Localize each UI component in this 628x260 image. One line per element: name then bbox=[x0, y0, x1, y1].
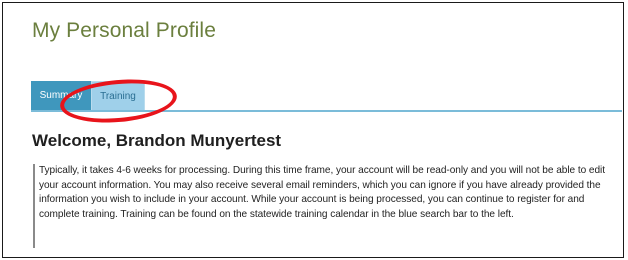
notice-text: Typically, it takes 4-6 weeks for proces… bbox=[39, 165, 605, 220]
welcome-heading: Welcome, Brandon Munyertest bbox=[32, 131, 282, 150]
page-title: My Personal Profile bbox=[32, 19, 216, 42]
processing-notice: Typically, it takes 4-6 weeks for proces… bbox=[33, 164, 621, 248]
screenshot-frame: My Personal Profile Summary Training Wel… bbox=[2, 2, 624, 258]
